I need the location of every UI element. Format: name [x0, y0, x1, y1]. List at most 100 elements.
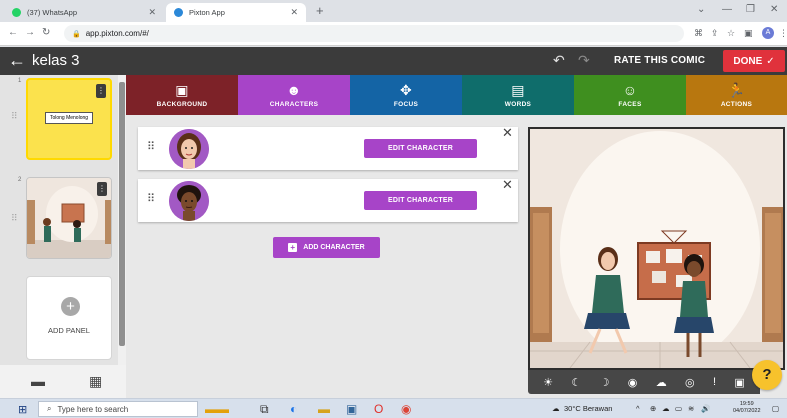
tab-background[interactable]: ▣ BACKGROUND: [126, 75, 238, 115]
forward-icon[interactable]: →: [25, 27, 35, 38]
back-icon[interactable]: ←: [8, 27, 18, 38]
redo-icon[interactable]: ↷: [578, 52, 590, 69]
reload-icon[interactable]: ↻: [42, 27, 50, 38]
tab-label: BACKGROUND: [156, 100, 208, 108]
panel-thumbnail-2[interactable]: ⋮: [26, 177, 112, 259]
tab-search-icon[interactable]: ⌄: [697, 4, 705, 15]
done-label: DONE: [733, 55, 763, 67]
panel-number: 1: [18, 78, 22, 84]
panel-menu-icon[interactable]: ⋮: [96, 84, 106, 98]
panel-menu-icon[interactable]: ⋮: [97, 182, 107, 196]
grid-view-icon[interactable]: ▦: [89, 373, 102, 390]
file-explorer-icon[interactable]: ▬: [318, 402, 330, 416]
tray-network-icon[interactable]: ⊕: [650, 404, 656, 413]
tab-pixton[interactable]: Pixton App ✕: [166, 3, 306, 22]
sidepanel-icon[interactable]: ▣: [744, 28, 753, 39]
close-tab-icon[interactable]: ✕: [148, 7, 156, 18]
app-header: ← kelas 3 ↶ ↷ RATE THIS COMIC DONE ✓: [0, 47, 787, 75]
taskbar-clock[interactable]: 19:59 04/07/2022: [733, 401, 761, 415]
move-icon: ✥: [399, 81, 413, 98]
tab-title: Pixton App: [189, 8, 225, 17]
character-avatar[interactable]: [169, 181, 209, 221]
profile-avatar[interactable]: A: [762, 27, 774, 39]
character-2-portrait: [169, 181, 209, 221]
menu-dots-icon[interactable]: ⋮: [779, 28, 787, 39]
edit-character-button[interactable]: EDIT CHARACTER: [364, 139, 477, 158]
windows-start-icon[interactable]: ⊞: [18, 403, 27, 416]
new-tab-button[interactable]: +: [316, 4, 324, 18]
address-bar[interactable]: 🔒 app.pixton.com/#/: [64, 25, 684, 42]
share-icon[interactable]: ⇪: [711, 28, 719, 39]
sun-icon[interactable]: ☀: [543, 376, 553, 389]
news-widget-icon[interactable]: ▬▬: [205, 402, 229, 416]
weather-text[interactable]: 30°C Berawan: [564, 404, 612, 413]
add-panel-button[interactable]: + ADD PANEL: [26, 276, 112, 360]
translate-icon[interactable]: ⌘: [694, 28, 703, 39]
comic-stage[interactable]: [528, 127, 785, 370]
drag-handle-icon[interactable]: ⠿: [11, 213, 18, 224]
browser-tab-strip: (37) WhatsApp ✕ Pixton App ✕ + ⌄ — ❐ ✕: [0, 0, 787, 22]
remove-character-icon[interactable]: ✕: [502, 177, 513, 193]
edge-icon[interactable]: ◐: [290, 402, 297, 416]
panel-number: 2: [18, 177, 22, 183]
task-view-icon[interactable]: ⧉: [260, 402, 269, 417]
list-view-icon[interactable]: ▬: [31, 373, 45, 389]
cloud-rain-icon[interactable]: ☁: [656, 376, 667, 389]
drag-handle-icon[interactable]: ⠿: [11, 111, 18, 122]
plus-icon: +: [61, 297, 80, 316]
swirl-icon[interactable]: ◎: [685, 376, 695, 389]
edit-character-button[interactable]: EDIT CHARACTER: [364, 191, 477, 210]
tray-volume-icon[interactable]: 🔊: [701, 404, 710, 413]
tab-words[interactable]: ▤ WORDS: [462, 75, 574, 115]
drag-handle-icon[interactable]: ⠿: [147, 140, 155, 153]
tab-faces[interactable]: ☺ FACES: [574, 75, 686, 115]
panel-thumbnail-1[interactable]: ⋮ Tolong Menolong: [26, 78, 112, 160]
face-icon: ☻: [286, 81, 302, 98]
character-1-portrait: [169, 129, 209, 169]
close-window-button[interactable]: ✕: [770, 4, 778, 15]
remove-character-icon[interactable]: ✕: [502, 125, 513, 141]
tab-label: FOCUS: [393, 100, 419, 108]
rate-comic-button[interactable]: RATE THIS COMIC: [614, 55, 705, 66]
back-arrow-icon[interactable]: ←: [8, 50, 26, 70]
notifications-icon[interactable]: ▢: [772, 404, 779, 413]
moon-icon[interactable]: ☾: [571, 376, 581, 389]
weather-icon: ☁: [552, 404, 560, 413]
minimize-button[interactable]: —: [722, 4, 732, 15]
comic-scene: [530, 129, 783, 368]
image-icon: ▣: [175, 81, 189, 98]
tab-characters[interactable]: ☻ CHARACTERS: [238, 75, 350, 115]
tray-wifi-icon[interactable]: ≋: [688, 404, 694, 413]
taskbar-search-box[interactable]: ⌕ Type here to search: [38, 401, 198, 417]
camera-icon[interactable]: ▣: [734, 376, 744, 389]
tab-label: ACTIONS: [720, 100, 753, 108]
tab-whatsapp[interactable]: (37) WhatsApp ✕: [4, 3, 164, 22]
panel-scrollbar[interactable]: [118, 75, 126, 365]
help-button[interactable]: ?: [752, 360, 782, 390]
maximize-button[interactable]: ❐: [746, 4, 755, 15]
plus-icon: +: [288, 243, 298, 252]
tab-label: FACES: [618, 100, 642, 108]
tray-arrow-icon[interactable]: ^: [636, 404, 640, 413]
tab-actions[interactable]: 🏃 ACTIONS: [686, 75, 787, 115]
crescent-icon[interactable]: ☽: [600, 376, 610, 389]
scene-toolbar: ☀ ☾ ☽ ◉ ☁ ◎ ! ▣: [528, 370, 760, 394]
clock-time: 19:59: [739, 401, 754, 407]
undo-icon[interactable]: ↶: [553, 52, 565, 69]
tray-onedrive-icon[interactable]: ☁: [662, 404, 670, 413]
tab-focus[interactable]: ✥ FOCUS: [350, 75, 462, 115]
store-icon[interactable]: ▣: [346, 402, 357, 416]
opera-icon[interactable]: O: [374, 402, 383, 416]
close-tab-icon[interactable]: ✕: [290, 7, 298, 18]
scroll-thumb[interactable]: [119, 82, 125, 346]
drag-handle-icon[interactable]: ⠿: [147, 192, 155, 205]
speech-bubble: Tolong Menolong: [45, 112, 93, 124]
bookmark-star-icon[interactable]: ☆: [727, 28, 735, 39]
chrome-icon[interactable]: ◉: [401, 402, 411, 416]
palette-icon[interactable]: ◉: [628, 376, 638, 389]
done-button[interactable]: DONE ✓: [723, 50, 785, 72]
add-character-button[interactable]: + ADD CHARACTER: [273, 237, 380, 258]
exclamation-icon[interactable]: !: [713, 376, 716, 388]
character-avatar[interactable]: [169, 129, 209, 169]
tray-battery-icon[interactable]: ▭: [675, 404, 682, 413]
